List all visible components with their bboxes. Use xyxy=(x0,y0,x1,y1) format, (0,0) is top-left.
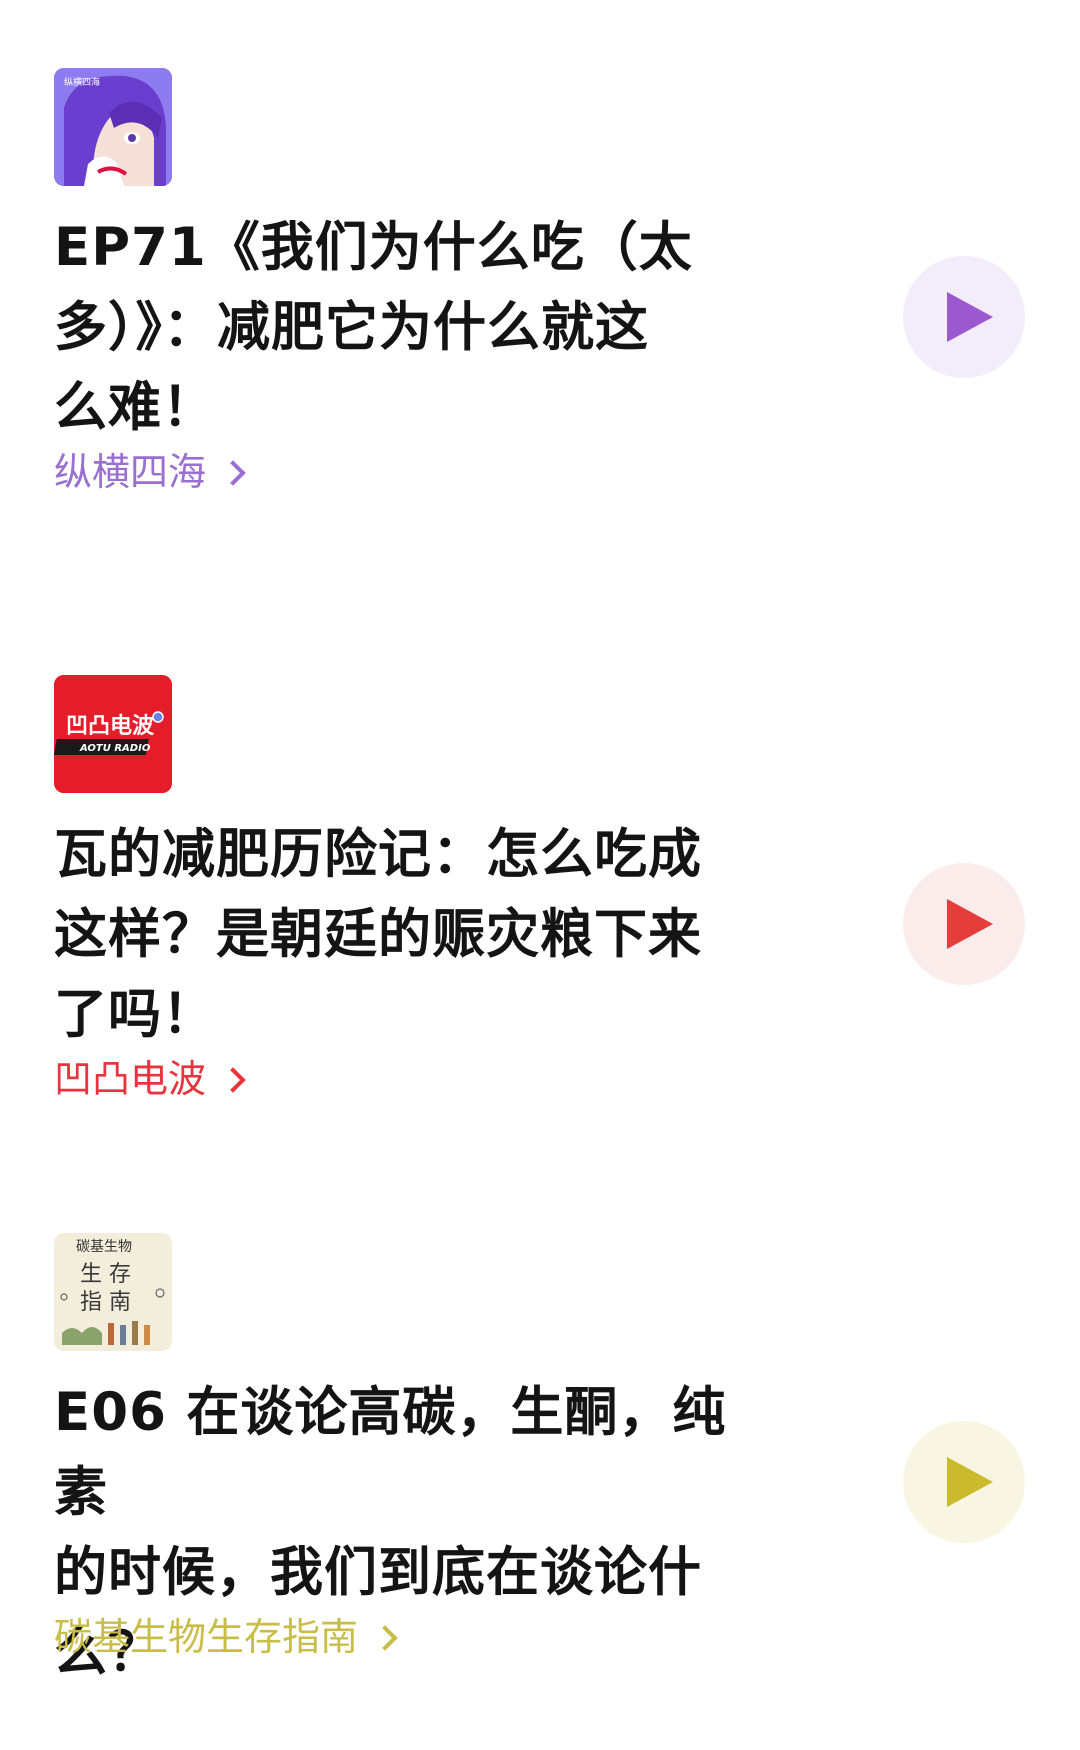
channel-link[interactable]: 碳基生物生存指南 xyxy=(54,1613,398,1661)
episode-card[interactable]: 凹凸电波 AOTU RADIO 瓦的减肥历险记：怎么吃成 这样？是朝廷的赈灾粮下… xyxy=(0,675,1080,1155)
play-button[interactable] xyxy=(903,1421,1025,1543)
play-icon xyxy=(947,899,993,949)
channel-name: 纵横四海 xyxy=(54,450,207,494)
play-icon xyxy=(947,292,993,342)
play-icon xyxy=(947,1457,993,1507)
play-button[interactable] xyxy=(903,863,1025,985)
title-line: EP71《我们为什么吃（太 xyxy=(54,217,693,278)
channel-link[interactable]: 纵横四海 xyxy=(54,448,246,496)
podcast-cover[interactable]: 碳基生物 生 存 指 南 xyxy=(54,1233,172,1351)
episode-card[interactable]: 碳基生物 生 存 指 南 E06 在谈论高碳，生酮，纯素 的时候，我们到底在谈论… xyxy=(0,1233,1080,1733)
svg-text:生 存: 生 存 xyxy=(80,1262,131,1287)
channel-name: 凹凸电波 xyxy=(54,1057,207,1101)
svg-text:指 南: 指 南 xyxy=(80,1290,131,1315)
title-line: 了吗！ xyxy=(54,984,216,1045)
episode-card[interactable]: 纵横四海 EP71《我们为什么吃（太 多）》：减肥它为什么就这 么难！ 纵横四海 xyxy=(0,68,1080,548)
aotu-radio-logo: 凹凸电波 AOTU RADIO xyxy=(54,675,172,793)
title-line: 这样？是朝廷的赈灾粮下来 xyxy=(54,904,702,965)
title-line: 么难！ xyxy=(54,377,216,438)
channel-link[interactable]: 凹凸电波 xyxy=(54,1055,246,1103)
title-line: E06 在谈论高碳，生酮，纯素 xyxy=(54,1382,727,1523)
chevron-right-icon xyxy=(220,460,246,486)
episode-title[interactable]: 瓦的减肥历险记：怎么吃成 这样？是朝廷的赈灾粮下来 了吗！ xyxy=(54,815,754,1055)
chevron-right-icon xyxy=(220,1067,246,1093)
podcast-cover[interactable]: 凹凸电波 AOTU RADIO xyxy=(54,675,172,793)
svg-text:碳基生物: 碳基生物 xyxy=(76,1238,132,1255)
episode-title[interactable]: EP71《我们为什么吃（太 多）》：减肥它为什么就这 么难！ xyxy=(54,208,754,448)
svg-text:纵横四海: 纵横四海 xyxy=(64,76,100,88)
channel-name: 碳基生物生存指南 xyxy=(54,1615,359,1659)
carbon-life-guide-cover-art: 碳基生物 生 存 指 南 xyxy=(54,1233,172,1351)
play-button[interactable] xyxy=(903,256,1025,378)
svg-text:凹凸电波: 凹凸电波 xyxy=(66,714,155,739)
title-line: 的时候，我们到底在谈论什 xyxy=(54,1542,702,1603)
chevron-right-icon xyxy=(372,1625,398,1651)
svg-text:AOTU RADIO: AOTU RADIO xyxy=(79,743,151,754)
title-line: 多）》：减肥它为什么就这 xyxy=(54,297,649,358)
title-line: 瓦的减肥历险记：怎么吃成 xyxy=(54,824,702,885)
anime-girl-cover-art: 纵横四海 xyxy=(54,68,172,186)
podcast-cover[interactable]: 纵横四海 xyxy=(54,68,172,186)
